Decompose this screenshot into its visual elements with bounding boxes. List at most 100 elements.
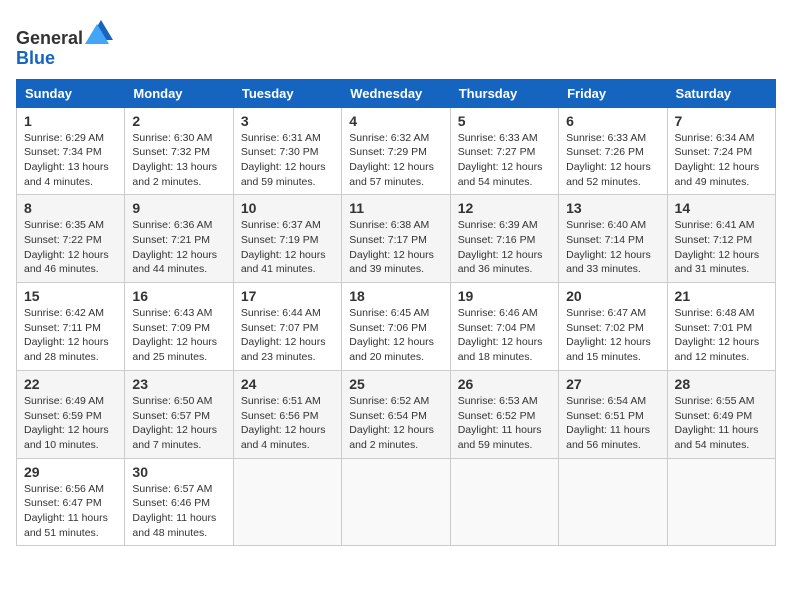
calendar-cell: 9 Sunrise: 6:36 AM Sunset: 7:21 PM Dayli… [125,195,233,283]
day-info: Sunrise: 6:45 AM Sunset: 7:06 PM Dayligh… [349,306,442,365]
day-number: 13 [566,200,659,216]
calendar-cell: 28 Sunrise: 6:55 AM Sunset: 6:49 PM Dayl… [667,370,775,458]
day-info: Sunrise: 6:40 AM Sunset: 7:14 PM Dayligh… [566,218,659,277]
day-info: Sunrise: 6:38 AM Sunset: 7:17 PM Dayligh… [349,218,442,277]
weekday-header-tuesday: Tuesday [233,79,341,107]
calendar-cell [667,458,775,546]
day-number: 7 [675,113,768,129]
day-number: 15 [24,288,117,304]
calendar-cell: 15 Sunrise: 6:42 AM Sunset: 7:11 PM Dayl… [17,283,125,371]
day-number: 8 [24,200,117,216]
day-info: Sunrise: 6:50 AM Sunset: 6:57 PM Dayligh… [132,394,225,453]
weekday-header-sunday: Sunday [17,79,125,107]
day-info: Sunrise: 6:51 AM Sunset: 6:56 PM Dayligh… [241,394,334,453]
day-number: 29 [24,464,117,480]
day-number: 22 [24,376,117,392]
day-number: 17 [241,288,334,304]
day-number: 25 [349,376,442,392]
day-info: Sunrise: 6:30 AM Sunset: 7:32 PM Dayligh… [132,131,225,190]
day-number: 10 [241,200,334,216]
calendar-week-4: 22 Sunrise: 6:49 AM Sunset: 6:59 PM Dayl… [17,370,776,458]
calendar-cell: 30 Sunrise: 6:57 AM Sunset: 6:46 PM Dayl… [125,458,233,546]
logo-blue: Blue [16,49,117,69]
calendar-cell [342,458,450,546]
day-number: 18 [349,288,442,304]
day-number: 1 [24,113,117,129]
day-number: 26 [458,376,551,392]
calendar-cell: 2 Sunrise: 6:30 AM Sunset: 7:32 PM Dayli… [125,107,233,195]
day-info: Sunrise: 6:42 AM Sunset: 7:11 PM Dayligh… [24,306,117,365]
day-info: Sunrise: 6:46 AM Sunset: 7:04 PM Dayligh… [458,306,551,365]
calendar-cell: 14 Sunrise: 6:41 AM Sunset: 7:12 PM Dayl… [667,195,775,283]
calendar-week-5: 29 Sunrise: 6:56 AM Sunset: 6:47 PM Dayl… [17,458,776,546]
day-info: Sunrise: 6:53 AM Sunset: 6:52 PM Dayligh… [458,394,551,453]
calendar-week-2: 8 Sunrise: 6:35 AM Sunset: 7:22 PM Dayli… [17,195,776,283]
day-number: 5 [458,113,551,129]
day-number: 20 [566,288,659,304]
calendar-cell: 19 Sunrise: 6:46 AM Sunset: 7:04 PM Dayl… [450,283,558,371]
day-info: Sunrise: 6:41 AM Sunset: 7:12 PM Dayligh… [675,218,768,277]
day-info: Sunrise: 6:49 AM Sunset: 6:59 PM Dayligh… [24,394,117,453]
day-info: Sunrise: 6:31 AM Sunset: 7:30 PM Dayligh… [241,131,334,190]
day-info: Sunrise: 6:56 AM Sunset: 6:47 PM Dayligh… [24,482,117,541]
logo-icon [85,16,117,44]
day-number: 3 [241,113,334,129]
day-info: Sunrise: 6:29 AM Sunset: 7:34 PM Dayligh… [24,131,117,190]
weekday-header-wednesday: Wednesday [342,79,450,107]
day-info: Sunrise: 6:35 AM Sunset: 7:22 PM Dayligh… [24,218,117,277]
day-number: 24 [241,376,334,392]
calendar-cell: 26 Sunrise: 6:53 AM Sunset: 6:52 PM Dayl… [450,370,558,458]
page-header: General Blue [16,16,776,69]
day-info: Sunrise: 6:33 AM Sunset: 7:26 PM Dayligh… [566,131,659,190]
day-number: 19 [458,288,551,304]
calendar-week-3: 15 Sunrise: 6:42 AM Sunset: 7:11 PM Dayl… [17,283,776,371]
calendar-cell: 10 Sunrise: 6:37 AM Sunset: 7:19 PM Dayl… [233,195,341,283]
calendar-cell: 6 Sunrise: 6:33 AM Sunset: 7:26 PM Dayli… [559,107,667,195]
weekday-header-monday: Monday [125,79,233,107]
weekday-header-saturday: Saturday [667,79,775,107]
calendar-cell [559,458,667,546]
day-info: Sunrise: 6:43 AM Sunset: 7:09 PM Dayligh… [132,306,225,365]
calendar-cell: 24 Sunrise: 6:51 AM Sunset: 6:56 PM Dayl… [233,370,341,458]
day-info: Sunrise: 6:55 AM Sunset: 6:49 PM Dayligh… [675,394,768,453]
calendar-cell: 17 Sunrise: 6:44 AM Sunset: 7:07 PM Dayl… [233,283,341,371]
day-number: 2 [132,113,225,129]
logo-general: General [16,28,83,48]
calendar-cell: 21 Sunrise: 6:48 AM Sunset: 7:01 PM Dayl… [667,283,775,371]
calendar-cell: 22 Sunrise: 6:49 AM Sunset: 6:59 PM Dayl… [17,370,125,458]
day-number: 14 [675,200,768,216]
calendar-cell: 8 Sunrise: 6:35 AM Sunset: 7:22 PM Dayli… [17,195,125,283]
day-info: Sunrise: 6:48 AM Sunset: 7:01 PM Dayligh… [675,306,768,365]
day-number: 30 [132,464,225,480]
weekday-header-row: SundayMondayTuesdayWednesdayThursdayFrid… [17,79,776,107]
calendar-week-1: 1 Sunrise: 6:29 AM Sunset: 7:34 PM Dayli… [17,107,776,195]
day-number: 9 [132,200,225,216]
calendar-cell: 13 Sunrise: 6:40 AM Sunset: 7:14 PM Dayl… [559,195,667,283]
day-info: Sunrise: 6:36 AM Sunset: 7:21 PM Dayligh… [132,218,225,277]
day-number: 28 [675,376,768,392]
calendar-cell: 18 Sunrise: 6:45 AM Sunset: 7:06 PM Dayl… [342,283,450,371]
day-info: Sunrise: 6:47 AM Sunset: 7:02 PM Dayligh… [566,306,659,365]
day-info: Sunrise: 6:57 AM Sunset: 6:46 PM Dayligh… [132,482,225,541]
calendar-cell: 5 Sunrise: 6:33 AM Sunset: 7:27 PM Dayli… [450,107,558,195]
logo: General Blue [16,16,117,69]
day-info: Sunrise: 6:34 AM Sunset: 7:24 PM Dayligh… [675,131,768,190]
calendar-cell: 3 Sunrise: 6:31 AM Sunset: 7:30 PM Dayli… [233,107,341,195]
calendar-cell: 12 Sunrise: 6:39 AM Sunset: 7:16 PM Dayl… [450,195,558,283]
day-number: 16 [132,288,225,304]
calendar-table: SundayMondayTuesdayWednesdayThursdayFrid… [16,79,776,547]
calendar-cell [233,458,341,546]
day-number: 11 [349,200,442,216]
calendar-cell: 23 Sunrise: 6:50 AM Sunset: 6:57 PM Dayl… [125,370,233,458]
day-number: 23 [132,376,225,392]
day-info: Sunrise: 6:33 AM Sunset: 7:27 PM Dayligh… [458,131,551,190]
day-info: Sunrise: 6:52 AM Sunset: 6:54 PM Dayligh… [349,394,442,453]
day-info: Sunrise: 6:32 AM Sunset: 7:29 PM Dayligh… [349,131,442,190]
calendar-cell: 25 Sunrise: 6:52 AM Sunset: 6:54 PM Dayl… [342,370,450,458]
day-info: Sunrise: 6:54 AM Sunset: 6:51 PM Dayligh… [566,394,659,453]
day-info: Sunrise: 6:44 AM Sunset: 7:07 PM Dayligh… [241,306,334,365]
calendar-cell: 11 Sunrise: 6:38 AM Sunset: 7:17 PM Dayl… [342,195,450,283]
calendar-cell: 27 Sunrise: 6:54 AM Sunset: 6:51 PM Dayl… [559,370,667,458]
weekday-header-thursday: Thursday [450,79,558,107]
calendar-cell: 16 Sunrise: 6:43 AM Sunset: 7:09 PM Dayl… [125,283,233,371]
